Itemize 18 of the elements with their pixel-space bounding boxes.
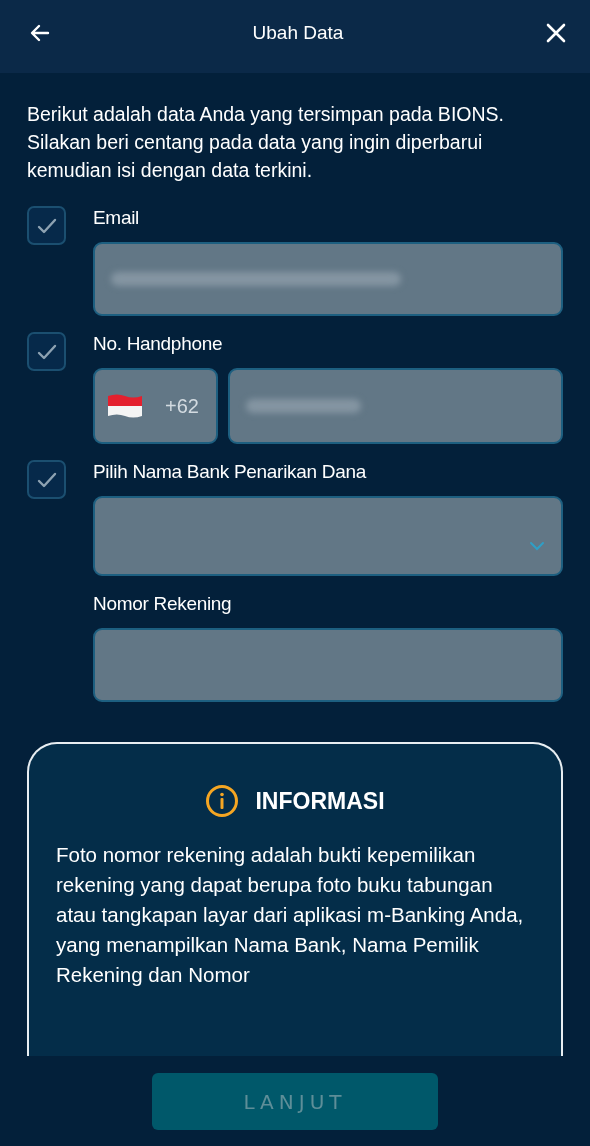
checkbox[interactable] [27,332,66,371]
flag-icon [107,393,143,419]
info-title: INFORMASI [255,787,385,815]
field-label: Nomor Rekening [93,592,233,616]
field-label: Pilih Nama Bank Penarikan Dana [93,460,368,484]
input-field[interactable] [93,242,563,316]
checkbox[interactable] [27,460,66,499]
chevron-down-icon [529,541,545,551]
field-label: Email [93,206,140,230]
country-code-field[interactable]: +62 [93,368,218,444]
info-icon [205,784,240,818]
checkbox[interactable] [27,206,66,245]
phone-field[interactable] [228,368,563,444]
page-title: Ubah Data [252,21,344,44]
field-label: No. Handphone [93,332,224,356]
input-field[interactable] [93,628,563,702]
info-text: Foto nomor rekening adalah bukti kepemilikan rekening yang dapat berupa foto buku tabungan atau tangkapan layar dari aplikasi m-Banking Anda, yang menampilkan Nama Bank, Nama Pemilik Rekening dan Nomor [56,842,525,988]
intro-text: Berikut adalah data Anda yang tersimpan pada BIONS. Silakan beri centang pada data yang ingin diperbarui kemudian isi dengan data terkini. [27,102,505,183]
